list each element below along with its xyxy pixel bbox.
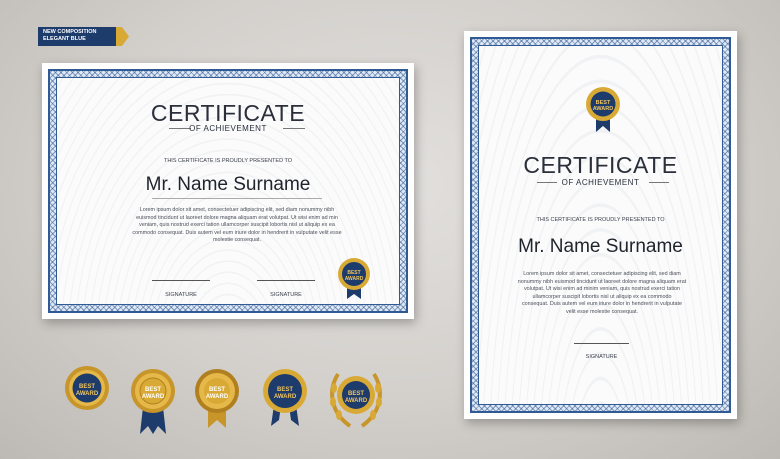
banner-line-2: ELEGANT BLUE [43,36,86,42]
medal-style-1: BEST AWARD [65,366,109,410]
body-line: velit esse molestie consequat. [566,308,638,315]
body-line: veniam, quis nostrud exerci tation ullam… [139,222,335,229]
composition-banner: NEW COMPOSITION ELEGANT BLUE [38,27,124,46]
recipient-name: Mr. Name Surname [518,236,683,257]
recipient-name: Mr. Name Surname [145,174,311,195]
signature-line-2 [257,280,315,281]
body-line: commodo consequat. Duis autem vel eum ir… [132,229,342,236]
presented-text: THIS CERTIFICATE IS PROUDLY PRESENTED TO [163,158,293,164]
medal-text-award: AWARD [345,276,364,282]
medal-text-best: BEST [348,391,364,397]
body-line: euismod tincidunt ut laoreet dolore magn… [136,214,338,221]
presented-text: THIS CERTIFICATE IS PROUDLY PRESENTED TO [536,217,665,223]
signature-line [574,343,629,344]
body-line: Lorem ipsum dolor sit amet, consectetuer… [523,271,681,277]
signature-label-2: SIGNATURE [270,292,302,298]
medal-text-award: AWARD [593,106,614,112]
signature-label: SIGNATURE [585,354,618,360]
banner-line-1: NEW COMPOSITION [43,29,97,35]
medal-landscape: BEST AWARD [338,258,370,299]
name-underline [152,198,322,199]
body-line: volutpat. Ut wisi enim ad minim veniam, … [523,286,681,293]
body-line: nonummy nibh euismod tincidunt ut laoree… [517,278,687,285]
medal-text-best: BEST [145,387,161,393]
body-line: consequat. Duis autem vel eum iriure dol… [521,301,682,308]
signature-label-1: SIGNATURE [165,292,197,298]
body-line: ullamcorper suscipit lobortis nisl ut al… [532,293,672,300]
certificate-title: CERTIFICATE [523,152,678,178]
body-line: molestie consequat. [213,237,261,244]
body-line: Lorem ipsum dolor sit amet, consectetuer… [139,207,335,213]
medal-text-award: AWARD [206,394,229,400]
certificate-subtitle: OF ACHIEVEMENT [189,124,267,133]
medal-text-award: AWARD [76,391,99,397]
medal-text-award: AWARD [142,394,165,400]
certificate-subtitle: OF ACHIEVEMENT [561,178,640,187]
medal-text-award: AWARD [345,398,368,404]
medal-style-4: BEST AWARD [263,369,307,426]
medal-text-best: BEST [277,387,293,393]
medal-style-3: BEST AWARD [195,369,239,428]
certificate-title: CERTIFICATE [150,100,306,126]
medal-text-award: AWARD [274,394,297,400]
medal-text-best: BEST [79,384,95,390]
banner-accent [116,27,129,46]
certificate-body-text: Lorem ipsum dolor sit amet, consectetuer… [97,207,377,245]
medal-style-2: BEST AWARD [131,369,175,434]
medal-style-5-laurel: BEST AWARD [330,372,382,428]
medal-portrait: BEST AWARD [586,87,620,132]
signature-line-1 [152,280,210,281]
medal-text-best: BEST [209,387,225,393]
certificate-body-text: Lorem ipsum dolor sit amet, consectetuer… [493,271,711,317]
